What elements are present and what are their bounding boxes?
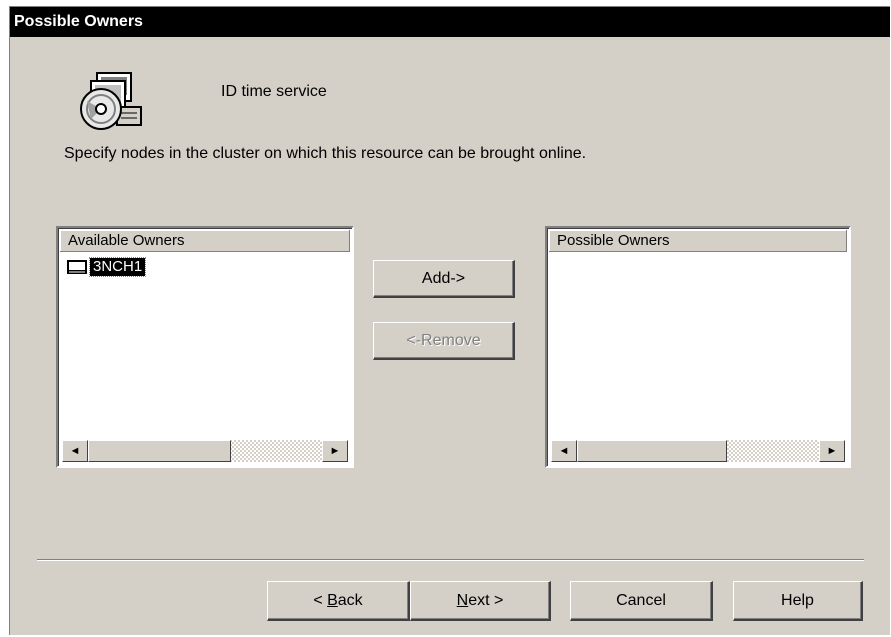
scroll-left-button[interactable]: ◄	[62, 440, 88, 462]
resource-disk-icon	[77, 71, 143, 131]
node-computer-icon	[66, 259, 88, 275]
next-button-rest: ext >	[468, 592, 504, 609]
title-bar: Possible Owners	[10, 7, 890, 37]
possible-owners-header[interactable]: Possible Owners	[549, 230, 847, 252]
add-button[interactable]: Add->	[373, 260, 515, 298]
instructions-text: Specify nodes in the cluster on which th…	[64, 145, 587, 162]
back-button[interactable]: < Back	[267, 581, 410, 621]
available-owners-header[interactable]: Available Owners	[60, 230, 350, 252]
scroll-thumb[interactable]	[577, 440, 727, 462]
scroll-left-button[interactable]: ◄	[551, 440, 577, 462]
help-button[interactable]: Help	[733, 581, 863, 621]
scroll-right-button[interactable]: ►	[322, 440, 348, 462]
scroll-track[interactable]	[88, 440, 322, 462]
horizontal-scrollbar[interactable]: ◄ ►	[62, 440, 348, 462]
cancel-button[interactable]: Cancel	[570, 581, 713, 621]
next-button[interactable]: Next >	[410, 581, 551, 621]
back-button-prefix: <	[313, 592, 328, 609]
possible-owners-dialog: Possible Owners ID time service Specify …	[9, 6, 890, 635]
horizontal-scrollbar[interactable]: ◄ ►	[551, 440, 845, 462]
remove-button[interactable]: <-Remove	[373, 322, 515, 360]
possible-owners-list[interactable]: Possible Owners ◄ ►	[545, 226, 851, 468]
scroll-right-button[interactable]: ►	[819, 440, 845, 462]
list-item-label: 3NCH1	[88, 257, 147, 277]
scroll-track[interactable]	[577, 440, 819, 462]
back-button-rest: ack	[337, 592, 363, 609]
back-button-mnemonic: B	[327, 592, 338, 609]
divider	[37, 559, 864, 561]
list-item[interactable]: 3NCH1	[66, 257, 147, 277]
next-button-mnemonic: N	[456, 592, 469, 609]
scroll-thumb[interactable]	[88, 440, 231, 462]
resource-name: ID time service	[221, 83, 327, 100]
available-owners-list[interactable]: Available Owners 3NCH1 ◄ ►	[56, 226, 354, 468]
